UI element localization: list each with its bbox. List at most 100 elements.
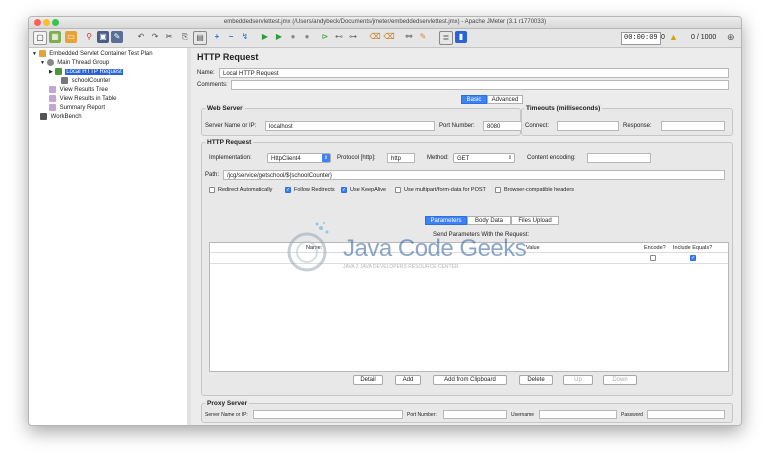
- tree-item-school-counter[interactable]: schoolCounter: [61, 77, 110, 86]
- listener-icon: [49, 104, 56, 111]
- detail-button[interactable]: Detail: [353, 375, 383, 385]
- copy-icon[interactable]: ↷: [149, 31, 161, 43]
- watermark-logo: Java Code Geeks JAVA 2 JAVA DEVELOPERS R…: [277, 218, 527, 278]
- web-server-title: Web Server: [205, 104, 245, 113]
- column-header-value[interactable]: Value: [526, 244, 540, 252]
- use-keepalive-checkbox[interactable]: [341, 187, 347, 193]
- multipart-checkbox[interactable]: [395, 187, 401, 193]
- tab-files-upload[interactable]: Files Upload: [511, 216, 559, 225]
- proxy-password-field[interactable]: [647, 410, 725, 419]
- paste-icon[interactable]: ✂: [163, 31, 175, 43]
- expand-icon[interactable]: ⎘: [179, 31, 191, 43]
- tree-item-http-request[interactable]: ▶ Local HTTP Request: [49, 68, 123, 77]
- reset-search-icon[interactable]: ⌫: [383, 31, 395, 43]
- tree-expand-toggle[interactable]: ▼: [32, 51, 37, 57]
- workbench-icon: [40, 113, 47, 120]
- globe-icon[interactable]: ⊕: [727, 32, 735, 43]
- start-icon[interactable]: ▶: [259, 31, 271, 43]
- add-from-clipboard-button[interactable]: Add from Clipboard: [433, 375, 507, 385]
- watermark-title: Java Code Geeks: [343, 235, 527, 262]
- column-header-include-equals[interactable]: Include Equals?: [673, 244, 712, 252]
- stop-icon[interactable]: ●: [287, 31, 299, 43]
- tree-expand-toggle[interactable]: ▼: [40, 60, 45, 66]
- protocol-field[interactable]: http: [387, 153, 415, 163]
- tree-item-label: Summary Report: [59, 105, 106, 112]
- close-window-button[interactable]: [34, 19, 41, 26]
- new-icon[interactable]: ▢: [33, 31, 47, 45]
- counter-icon: [61, 77, 68, 84]
- search-results-icon[interactable]: ✎: [417, 31, 429, 43]
- clear-all-icon[interactable]: ⌫: [369, 31, 381, 43]
- path-label: Path:: [205, 172, 220, 178]
- save-as-icon[interactable]: ✎: [111, 31, 123, 43]
- tree-item-summary-report[interactable]: Summary Report: [49, 104, 105, 113]
- timeouts-title: Timeouts (milliseconds): [524, 104, 603, 113]
- http-request-icon: [54, 68, 62, 75]
- remote-shutdown-icon[interactable]: ⊶: [347, 31, 359, 43]
- tab-basic[interactable]: Basic: [461, 95, 487, 104]
- tree-item-thread-group[interactable]: ▼ Main Thread Group: [40, 59, 109, 68]
- thread-count: 0 / 1000: [691, 34, 717, 41]
- clear-icon[interactable]: −: [225, 31, 237, 43]
- name-label: Name:: [197, 70, 215, 76]
- minimize-window-button[interactable]: [43, 19, 50, 26]
- open-icon[interactable]: ▭: [65, 31, 77, 43]
- listener-icon: [49, 86, 56, 93]
- column-header-encode[interactable]: Encode?: [644, 244, 666, 252]
- browser-compatible-checkbox[interactable]: [495, 187, 501, 193]
- shutdown-icon[interactable]: ●: [301, 31, 313, 43]
- search-icon[interactable]: ⚯: [403, 31, 415, 43]
- delete-button[interactable]: Delete: [519, 375, 553, 385]
- follow-redirects-label: Follow Redirects: [294, 187, 335, 193]
- proxy-server-label: Server Name or IP:: [205, 412, 248, 418]
- name-field[interactable]: Local HTTP Request: [219, 68, 729, 78]
- collapse-icon[interactable]: ▤: [193, 31, 207, 45]
- tree-item-test-plan[interactable]: ▼ Embedded Servlet Container Test Plan: [32, 50, 153, 59]
- proxy-server-field[interactable]: [253, 410, 403, 419]
- tree-expand-toggle[interactable]: ▶: [49, 69, 53, 75]
- browser-compatible-label: Browser-compatible headers: [504, 187, 575, 193]
- list-icon[interactable]: ≣: [439, 31, 453, 45]
- templates-icon[interactable]: ▦: [49, 31, 61, 43]
- warning-icon[interactable]: ▲: [669, 32, 678, 43]
- cut-icon[interactable]: ↶: [135, 31, 147, 43]
- response-timeout-field[interactable]: [661, 121, 725, 131]
- start-no-pause-icon[interactable]: ▶: [273, 31, 285, 43]
- tree-item-label: Embedded Servlet Container Test Plan: [49, 51, 153, 58]
- method-label: Method:: [427, 155, 449, 161]
- redirect-automatically-checkbox[interactable]: [209, 187, 215, 193]
- comments-field[interactable]: [231, 80, 729, 90]
- proxy-username-field[interactable]: [539, 410, 617, 419]
- proxy-server-title: Proxy Server: [205, 399, 250, 408]
- proxy-port-field[interactable]: [443, 410, 507, 419]
- server-name-field[interactable]: localhost: [265, 121, 435, 131]
- path-field[interactable]: /jcg/service/getschool/${schoolCounter}: [223, 170, 725, 180]
- http-request-title: HTTP Request: [205, 138, 254, 147]
- response-label: Response:: [623, 123, 652, 129]
- implementation-select[interactable]: HttpClient4 ⇕: [267, 153, 331, 163]
- zoom-window-button[interactable]: [52, 19, 59, 26]
- encode-checkbox[interactable]: [650, 255, 656, 261]
- tree-item-label: WorkBench: [50, 114, 82, 121]
- method-value: GET: [457, 156, 470, 162]
- remote-stop-icon[interactable]: ⊷: [333, 31, 345, 43]
- toggle-icon[interactable]: +: [211, 31, 223, 43]
- follow-redirects-checkbox[interactable]: [285, 187, 291, 193]
- down-button[interactable]: Down: [603, 375, 637, 385]
- content-encoding-field[interactable]: [587, 153, 651, 163]
- save-icon[interactable]: ▣: [97, 31, 109, 43]
- tree-item-workbench[interactable]: WorkBench: [40, 113, 82, 122]
- connect-timeout-field[interactable]: [557, 121, 619, 131]
- tree-item-view-results-tree[interactable]: View Results Tree: [49, 86, 108, 95]
- up-button[interactable]: Up: [563, 375, 593, 385]
- method-select[interactable]: GET ⇕: [453, 153, 515, 163]
- window-title: embeddedservlettest.jmx (/Users/andybeck…: [223, 19, 547, 25]
- add-button[interactable]: Add: [395, 375, 421, 385]
- tab-advanced[interactable]: Advanced: [487, 95, 523, 104]
- tree-item-view-results-table[interactable]: View Results in Table: [49, 95, 116, 104]
- remote-start-icon[interactable]: ⊳: [319, 31, 331, 43]
- include-equals-checkbox[interactable]: [690, 255, 696, 261]
- function-helper-icon[interactable]: ↯: [239, 31, 251, 43]
- help-icon[interactable]: ▮: [455, 31, 467, 43]
- close-icon[interactable]: ⚲: [83, 31, 95, 43]
